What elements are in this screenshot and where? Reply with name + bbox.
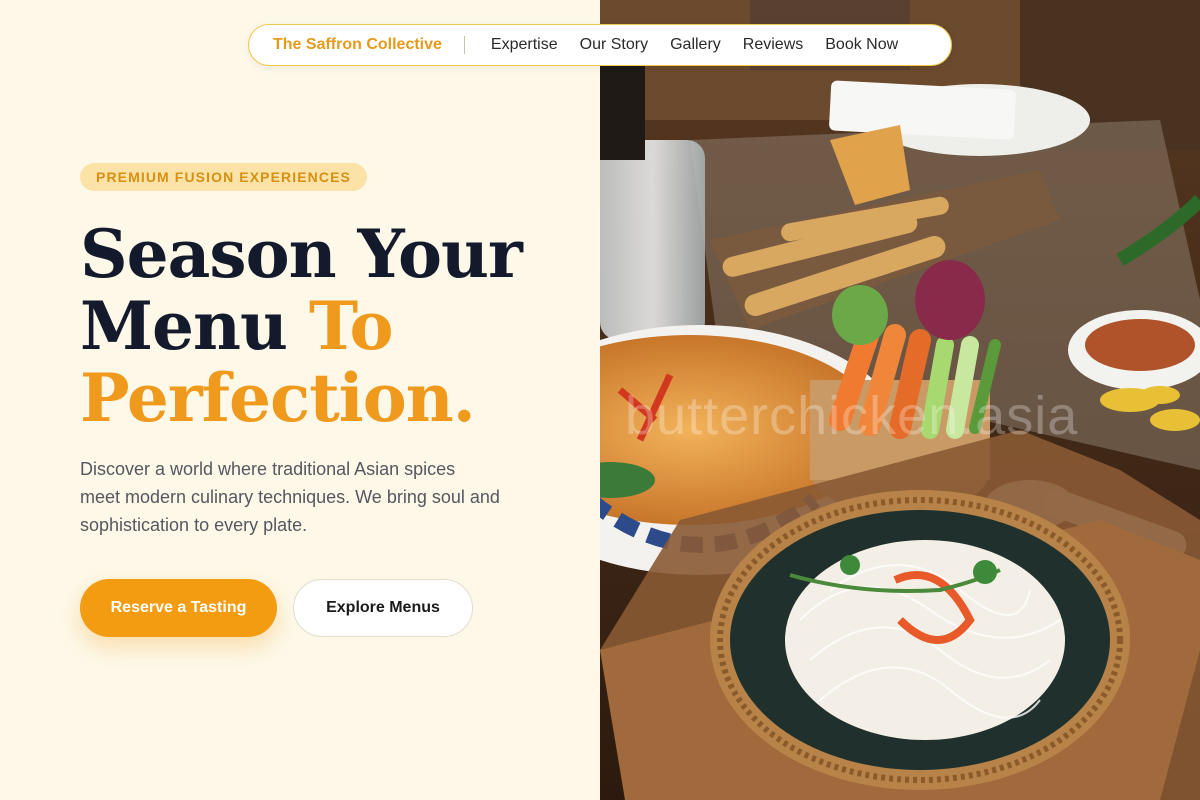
hero-headline: Season Your Menu To Perfection. bbox=[80, 218, 580, 434]
nav-link-our-story[interactable]: Our Story bbox=[580, 36, 648, 54]
image-watermark: butterchicken.asia bbox=[625, 386, 1079, 446]
reserve-tasting-button[interactable]: Reserve a Tasting bbox=[80, 579, 277, 637]
brand-logo-link[interactable]: The Saffron Collective bbox=[273, 36, 465, 54]
nav-link-reviews[interactable]: Reviews bbox=[743, 36, 803, 54]
hero-description: Discover a world where traditional Asian… bbox=[80, 459, 500, 535]
headline-line-2-dark: Menu bbox=[80, 287, 309, 365]
headline-line-2: Menu To bbox=[80, 290, 580, 362]
nav-link-gallery[interactable]: Gallery bbox=[670, 36, 721, 54]
headline-line-3: Perfection. bbox=[80, 359, 476, 437]
headline-line-1: Season Your bbox=[80, 215, 523, 293]
nav-link-book-now[interactable]: Book Now bbox=[825, 36, 898, 54]
explore-menus-button[interactable]: Explore Menus bbox=[293, 579, 473, 637]
headline-line-2-accent: To bbox=[309, 287, 394, 365]
nav-link-expertise[interactable]: Expertise bbox=[491, 36, 558, 54]
main-navbar: The Saffron Collective Expertise Our Sto… bbox=[248, 24, 952, 66]
hero-badge: PREMIUM FUSION EXPERIENCES bbox=[80, 163, 367, 191]
